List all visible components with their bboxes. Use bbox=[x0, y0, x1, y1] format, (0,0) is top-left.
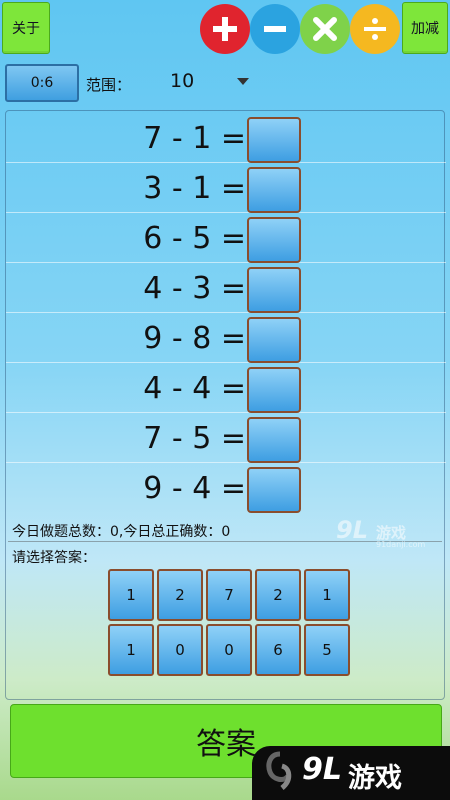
choice-button[interactable]: 2 bbox=[157, 569, 203, 621]
problem-expression: 4 - 3 = bbox=[143, 271, 246, 306]
choice-button[interactable]: 0 bbox=[206, 624, 252, 676]
divide-icon bbox=[364, 18, 386, 40]
choice-button[interactable]: 7 bbox=[206, 569, 252, 621]
answer-box[interactable] bbox=[247, 117, 301, 163]
choose-answer-label: 请选择答案： bbox=[12, 550, 96, 566]
chevron-down-icon bbox=[237, 78, 249, 85]
divide-button[interactable] bbox=[350, 4, 400, 54]
range-value: 10 bbox=[170, 70, 195, 92]
problem-expression: 6 - 5 = bbox=[143, 221, 246, 256]
problem-expression: 9 - 4 = bbox=[143, 471, 246, 506]
answer-box[interactable] bbox=[247, 317, 301, 363]
choice-button[interactable]: 1 bbox=[108, 569, 154, 621]
problem-row: 4 - 3 = bbox=[6, 265, 446, 313]
stats-text: 今日做题总数：0,今日总正确数：0 bbox=[12, 524, 231, 540]
problem-row: 3 - 1 = bbox=[6, 165, 446, 213]
answer-box[interactable] bbox=[247, 217, 301, 263]
score-button[interactable]: 0:6 bbox=[5, 64, 79, 102]
choice-button[interactable]: 5 bbox=[304, 624, 350, 676]
problem-row: 9 - 4 = bbox=[6, 465, 446, 513]
problem-row: 7 - 5 = bbox=[6, 415, 446, 463]
problem-row: 6 - 5 = bbox=[6, 215, 446, 263]
about-button[interactable]: 关于 bbox=[2, 2, 50, 54]
answer-box[interactable] bbox=[247, 467, 301, 513]
problem-row: 7 - 1 = bbox=[6, 115, 446, 163]
times-icon bbox=[313, 17, 337, 41]
range-select[interactable]: 10 bbox=[160, 66, 260, 98]
brand-text: 游戏 bbox=[348, 763, 402, 794]
problem-expression: 9 - 8 = bbox=[143, 321, 246, 356]
answer-box[interactable] bbox=[247, 167, 301, 213]
times-button[interactable] bbox=[300, 4, 350, 54]
settings-row: 0:6 范围： 10 bbox=[0, 62, 450, 102]
watermark-logo: 9L 游戏 91danji.com bbox=[336, 516, 446, 550]
problem-expression: 3 - 1 = bbox=[143, 171, 246, 206]
problem-panel: 7 - 1 = 3 - 1 = 6 - 5 = 4 - 3 = 9 - 8 = … bbox=[5, 110, 446, 700]
answer-box[interactable] bbox=[247, 267, 301, 313]
choice-button[interactable]: 2 bbox=[255, 569, 301, 621]
choice-button[interactable]: 6 bbox=[255, 624, 301, 676]
choice-button[interactable]: 1 bbox=[304, 569, 350, 621]
answer-box[interactable] bbox=[247, 367, 301, 413]
brand-logo: 9L 游戏 bbox=[252, 746, 450, 800]
problem-expression: 7 - 1 = bbox=[143, 121, 246, 156]
choice-button[interactable]: 1 bbox=[108, 624, 154, 676]
problem-expression: 4 - 4 = bbox=[143, 371, 246, 406]
minus-icon bbox=[264, 26, 286, 32]
problem-row: 4 - 4 = bbox=[6, 365, 446, 413]
brand-mark-icon bbox=[266, 751, 292, 790]
problem-row: 9 - 8 = bbox=[6, 315, 446, 363]
mode-button[interactable]: 加减 bbox=[402, 2, 448, 54]
watermark-url: 91danji.com bbox=[376, 540, 426, 549]
brand-mark-text: 9L bbox=[302, 752, 342, 787]
choice-button[interactable]: 0 bbox=[157, 624, 203, 676]
plus-button[interactable] bbox=[200, 4, 250, 54]
minus-button[interactable] bbox=[250, 4, 300, 54]
watermark-mark: 9L bbox=[336, 516, 368, 544]
plus-icon bbox=[213, 17, 237, 41]
range-label: 范围： bbox=[86, 76, 132, 94]
problem-expression: 7 - 5 = bbox=[143, 421, 246, 456]
top-bar: 关于 加减 bbox=[0, 0, 450, 58]
answer-box[interactable] bbox=[247, 417, 301, 463]
